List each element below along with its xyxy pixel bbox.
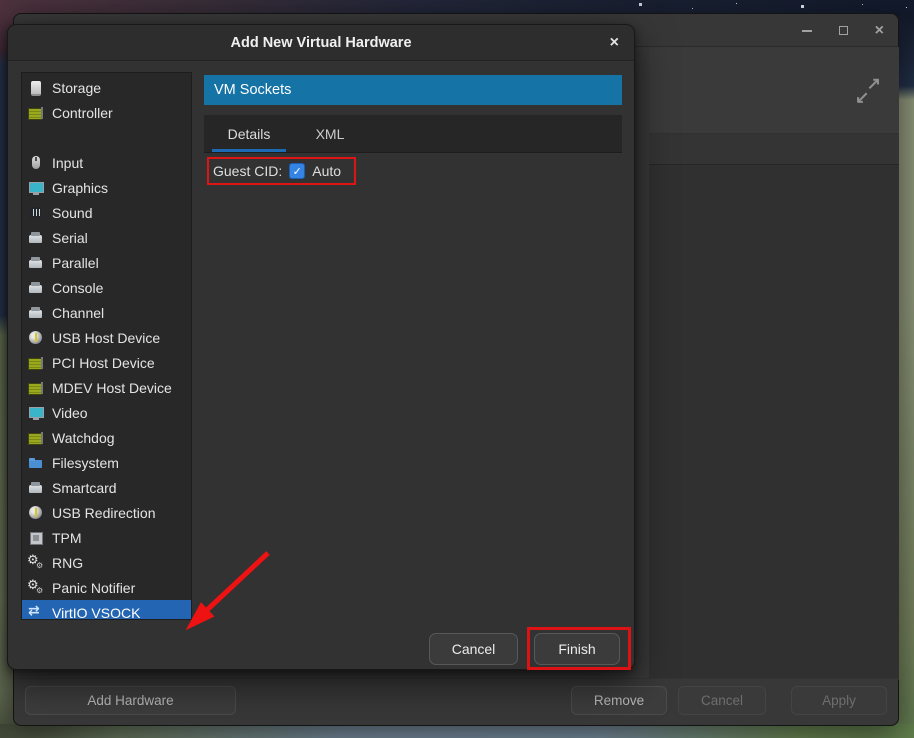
none-icon <box>28 130 44 146</box>
device-icon <box>28 480 44 496</box>
sidebar-item-graphics[interactable]: Graphics <box>22 175 191 200</box>
sidebar-item-usb-host-device[interactable]: USB Host Device <box>22 325 191 350</box>
vm-details-page <box>649 165 899 680</box>
folder-icon <box>28 455 44 471</box>
vm-window-content-right <box>649 47 899 680</box>
dialog-titlebar[interactable]: Add New Virtual Hardware × <box>8 25 634 61</box>
sidebar-item-empty <box>22 125 191 150</box>
add-hardware-button[interactable]: Add Hardware <box>25 686 236 715</box>
sidebar-item-label: RNG <box>52 555 83 571</box>
tab-details[interactable]: Details <box>212 115 286 152</box>
desktop: ubuntu24.04 on QEMU/KVM × Add HardwareRe… <box>0 0 914 738</box>
sidebar-item-label: Parallel <box>52 255 99 271</box>
maximize-icon[interactable] <box>839 26 848 35</box>
sidebar-item-label: Serial <box>52 230 88 246</box>
sidebar-item-video[interactable]: Video <box>22 400 191 425</box>
dialog-main-panel: VM Sockets Details XML Guest CID: Auto <box>204 75 622 185</box>
sidebar-item-label: Console <box>52 280 103 296</box>
sidebar-item-label: USB Redirection <box>52 505 156 521</box>
wallpaper-stars <box>0 0 1 1</box>
sidebar-item-parallel[interactable]: Parallel <box>22 250 191 275</box>
usb-icon <box>28 505 44 521</box>
sidebar-item-label: Video <box>52 405 88 421</box>
auto-checkbox[interactable] <box>289 163 305 179</box>
sidebar-item-rng[interactable]: RNG <box>22 550 191 575</box>
card-icon <box>28 430 44 446</box>
guest-cid-annotation-box: Guest CID: Auto <box>207 157 356 185</box>
minimize-icon[interactable] <box>802 30 812 32</box>
sidebar-item-label: TPM <box>52 530 82 546</box>
device-icon <box>28 230 44 246</box>
sidebar-item-label: PCI Host Device <box>52 355 155 371</box>
sidebar-item-console[interactable]: Console <box>22 275 191 300</box>
dialog-title: Add New Virtual Hardware <box>230 35 411 51</box>
sidebar-item-panic-notifier[interactable]: Panic Notifier <box>22 575 191 600</box>
add-hardware-dialog: Add New Virtual Hardware × Storage Contro… <box>7 24 635 670</box>
card-icon <box>28 380 44 396</box>
hardware-type-list: Storage Controller Input Graphics Sound Seria… <box>21 72 192 620</box>
sidebar-item-storage[interactable]: Storage <box>22 75 191 100</box>
vm-window-bottom-bar: Add Hardware Remove Cancel Apply <box>14 678 898 725</box>
wallpaper-top <box>0 0 914 14</box>
sidebar-item-sound[interactable]: Sound <box>22 200 191 225</box>
tab-bar: Details XML <box>204 115 622 153</box>
gears-icon <box>28 555 44 571</box>
sidebar-item-input[interactable]: Input <box>22 150 191 175</box>
sidebar-item-label: Graphics <box>52 180 108 196</box>
monitor-icon <box>28 180 44 196</box>
apply-button: Apply <box>791 686 887 715</box>
dialog-finish-button[interactable]: Finish <box>534 633 620 665</box>
sidebar-item-label: Panic Notifier <box>52 580 135 596</box>
device-icon <box>28 255 44 271</box>
sidebar-item-controller[interactable]: Controller <box>22 100 191 125</box>
card-icon <box>28 105 44 121</box>
cancel-button: Cancel <box>678 686 766 715</box>
sidebar-item-label: Input <box>52 155 83 171</box>
wallpaper-bottom <box>0 724 914 738</box>
sidebar-item-serial[interactable]: Serial <box>22 225 191 250</box>
card-icon <box>28 355 44 371</box>
sidebar-item-tpm[interactable]: TPM <box>22 525 191 550</box>
device-icon <box>28 280 44 296</box>
monitor-icon <box>28 405 44 421</box>
sidebar-item-watchdog[interactable]: Watchdog <box>22 425 191 450</box>
sidebar-item-label: VirtIO VSOCK <box>52 605 140 621</box>
sidebar-item-virtio-vsock[interactable]: VirtIO VSOCK <box>22 600 191 620</box>
sidebar-item-label: Controller <box>52 105 113 121</box>
sidebar-item-label: Storage <box>52 80 101 96</box>
mouse-icon <box>28 155 44 171</box>
vm-overview-band <box>649 133 899 165</box>
sidebar-item-label: Channel <box>52 305 104 321</box>
remove-button[interactable]: Remove <box>571 686 667 715</box>
tab-xml[interactable]: XML <box>298 115 362 152</box>
panel-header: VM Sockets <box>204 75 622 105</box>
auto-label: Auto <box>312 163 341 179</box>
sidebar-item-label: Smartcard <box>52 480 117 496</box>
sidebar-item-label: Filesystem <box>52 455 119 471</box>
sidebar-item-channel[interactable]: Channel <box>22 300 191 325</box>
sidebar-item-usb-redirection[interactable]: USB Redirection <box>22 500 191 525</box>
device-icon <box>28 305 44 321</box>
gears-icon <box>28 580 44 596</box>
dialog-cancel-button[interactable]: Cancel <box>429 633 518 665</box>
chip-icon <box>28 530 44 546</box>
close-icon[interactable]: × <box>875 23 884 39</box>
usb-icon <box>28 330 44 346</box>
fullscreen-expand-icon[interactable] <box>854 78 882 106</box>
sidebar-item-smartcard[interactable]: Smartcard <box>22 475 191 500</box>
vsock-icon <box>28 605 44 621</box>
sidebar-item-label: MDEV Host Device <box>52 380 172 396</box>
sidebar-item-mdev-host-device[interactable]: MDEV Host Device <box>22 375 191 400</box>
dialog-close-icon[interactable]: × <box>610 25 619 61</box>
sidebar-item-label: USB Host Device <box>52 330 160 346</box>
speaker-icon <box>28 205 44 221</box>
sidebar-item-label: Sound <box>52 205 92 221</box>
sidebar-item-filesystem[interactable]: Filesystem <box>22 450 191 475</box>
guest-cid-label: Guest CID: <box>213 163 282 179</box>
window-controls: × <box>802 14 884 47</box>
disk-icon <box>28 80 44 96</box>
sidebar-item-label: Watchdog <box>52 430 115 446</box>
sidebar-item-pci-host-device[interactable]: PCI Host Device <box>22 350 191 375</box>
